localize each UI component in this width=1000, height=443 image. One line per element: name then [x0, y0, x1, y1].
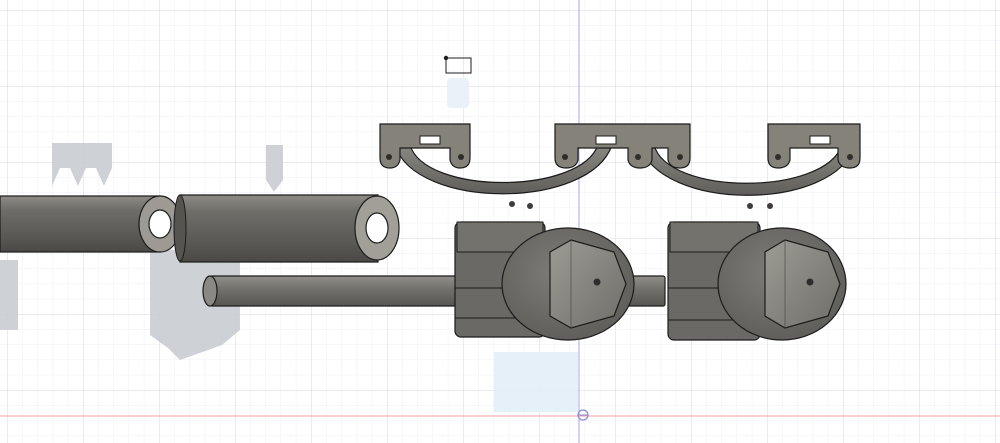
hex-nut-left[interactable]: [549, 239, 627, 329]
cad-viewport[interactable]: [0, 0, 1000, 443]
ghost-blue-tab: [447, 78, 469, 108]
middle-tube[interactable]: [173, 194, 400, 263]
body-assembly-right[interactable]: [667, 221, 847, 341]
hex-nut-right[interactable]: [764, 239, 841, 329]
left-tube[interactable]: [0, 195, 182, 253]
model-canvas[interactable]: [0, 0, 1000, 443]
ghost-blue-part: [494, 352, 578, 412]
body-assembly-left[interactable]: [454, 221, 635, 341]
ghost-block-left: [0, 260, 18, 330]
